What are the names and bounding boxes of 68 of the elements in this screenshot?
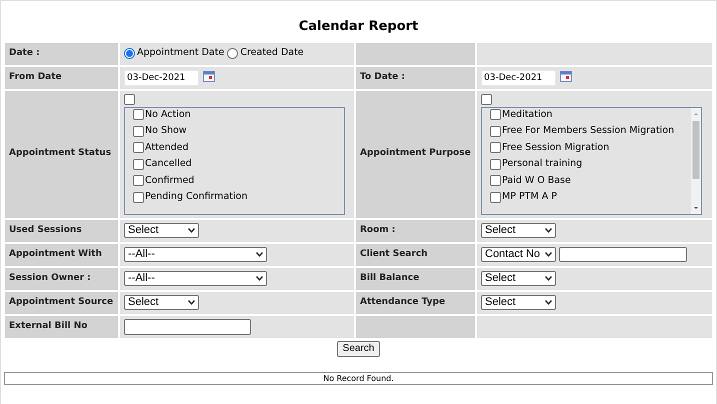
checklist-item[interactable]: Free For Members Session Migration bbox=[490, 125, 674, 137]
caret-icon bbox=[545, 276, 552, 281]
label-cell: External Bill No bbox=[5, 316, 118, 338]
label-cell: Room : bbox=[356, 220, 475, 242]
checkbox[interactable] bbox=[490, 142, 501, 153]
checkbox[interactable] bbox=[133, 175, 144, 186]
label-cell: Attendance Type bbox=[356, 292, 475, 314]
checkbox[interactable] bbox=[490, 126, 501, 136]
checklist-item[interactable]: Personal training bbox=[490, 158, 582, 170]
dropdown[interactable]: Select bbox=[481, 295, 556, 310]
label-cell: Session Owner : bbox=[5, 268, 118, 290]
checklist-item[interactable]: No Action bbox=[133, 108, 191, 120]
caret-icon bbox=[188, 228, 195, 233]
result-message: No Record Found. bbox=[4, 372, 713, 384]
checkbox[interactable] bbox=[490, 158, 501, 170]
radio-option[interactable]: Created Date bbox=[227, 46, 304, 61]
checklist-item[interactable]: Free Session Migration bbox=[490, 142, 610, 154]
label-cell: Appointment Purpose bbox=[356, 90, 475, 218]
dropdown[interactable]: --All-- bbox=[124, 271, 267, 286]
checkbox[interactable] bbox=[490, 175, 501, 186]
checkbox[interactable] bbox=[133, 126, 144, 136]
checkbox[interactable] bbox=[124, 94, 135, 104]
bill-number-field[interactable] bbox=[124, 318, 251, 334]
caret-icon bbox=[545, 300, 552, 305]
label-cell: Appointment Source bbox=[5, 292, 118, 314]
dropdown[interactable]: Select bbox=[124, 295, 199, 310]
page-title: Calendar Report bbox=[298, 18, 418, 36]
label-cell: From Date bbox=[5, 66, 118, 88]
checklist-item[interactable]: Attended bbox=[133, 142, 189, 154]
checklist-item[interactable]: Meditation bbox=[490, 108, 552, 120]
calendar-icon[interactable] bbox=[203, 70, 215, 82]
checklist-item[interactable]: Paid W O Base bbox=[490, 174, 571, 186]
label-cell: Date : bbox=[5, 42, 118, 64]
caret-icon bbox=[545, 252, 552, 257]
label-cell: Appointment Status bbox=[5, 90, 118, 218]
label-cell: Client Search bbox=[356, 244, 475, 266]
radio-option[interactable]: Appointment Date bbox=[124, 46, 224, 61]
checklist-item[interactable]: Cancelled bbox=[133, 158, 192, 170]
dropdown[interactable]: Select bbox=[481, 271, 556, 286]
date-field[interactable]: 03-Dec-2021 bbox=[124, 70, 199, 86]
dropdown[interactable]: Contact No bbox=[481, 247, 556, 262]
label-cell: To Date : bbox=[356, 66, 475, 88]
checkbox[interactable] bbox=[481, 94, 492, 104]
checkbox[interactable] bbox=[490, 192, 501, 202]
calendar-icon[interactable] bbox=[560, 70, 572, 82]
checklist-item[interactable]: Pending Confirmation bbox=[133, 191, 248, 203]
dropdown[interactable]: --All-- bbox=[124, 247, 267, 262]
checklist-item[interactable]: Confirmed bbox=[133, 174, 194, 186]
caret-icon bbox=[188, 300, 195, 305]
caret-icon bbox=[256, 252, 263, 257]
scrollbar[interactable] bbox=[691, 108, 701, 214]
label-cell: Appointment With bbox=[5, 244, 118, 266]
caret-icon bbox=[545, 228, 552, 233]
checkbox[interactable] bbox=[133, 192, 144, 202]
caret-icon bbox=[256, 276, 263, 281]
label-cell: Used Sessions bbox=[5, 220, 118, 242]
date-field[interactable]: 03-Dec-2021 bbox=[481, 70, 556, 86]
dropdown[interactable]: Select bbox=[481, 223, 556, 238]
label-cell: Bill Balance bbox=[356, 268, 475, 290]
client-search-field[interactable] bbox=[559, 247, 687, 262]
dropdown[interactable]: Select bbox=[124, 223, 199, 238]
search-button[interactable]: Search bbox=[336, 340, 380, 356]
checkbox[interactable] bbox=[490, 109, 501, 120]
checkbox[interactable] bbox=[133, 109, 144, 120]
checkbox[interactable] bbox=[133, 142, 144, 153]
checkbox[interactable] bbox=[133, 158, 144, 170]
checklist-item[interactable]: MP PTM A P bbox=[490, 191, 557, 203]
checklist-item[interactable]: No Show bbox=[133, 125, 187, 137]
